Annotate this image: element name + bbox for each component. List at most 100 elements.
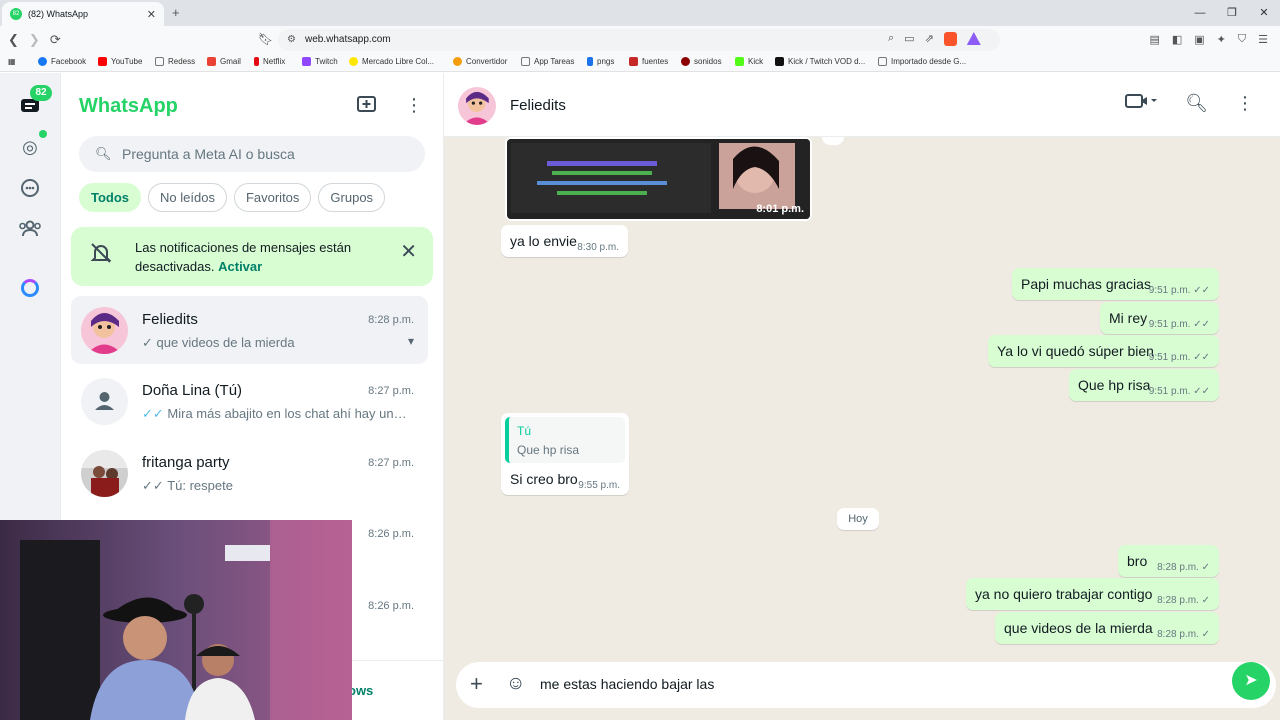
meta-ai-icon[interactable] — [15, 273, 45, 303]
sidebar-toggle-icon[interactable]: ◧ — [1172, 33, 1182, 46]
search-icon[interactable]: 🔍︎ — [1185, 93, 1208, 114]
video-time: 8:01 p.m. — [756, 203, 804, 215]
vod-icon — [775, 57, 784, 66]
search-input[interactable]: 🔍︎ Pregunta a Meta AI o busca — [79, 136, 425, 172]
bookmark-gmail[interactable]: Gmail — [207, 57, 241, 66]
search-placeholder: Pregunta a Meta AI o busca — [122, 146, 295, 162]
composer-box: + ☺ me estas haciendo bajar las — [456, 662, 1276, 708]
contact-name[interactable]: Feliedits — [510, 97, 566, 114]
reload-icon[interactable]: ⟳ — [50, 32, 61, 48]
netflix-icon — [254, 57, 259, 66]
chat-item-dona-lina[interactable]: Doña Lina (Tú) 8:27 p.m. ✓✓ Mira más aba… — [71, 367, 428, 435]
whatsapp-logo: WhatsApp — [79, 95, 178, 117]
bookmark-mercado-libre[interactable]: Mercado Libre Col... — [349, 57, 434, 66]
url-text: web.whatsapp.com — [305, 34, 391, 45]
browser-tab-whatsapp[interactable]: 82 (82) WhatsApp ✕ — [2, 2, 164, 26]
bookmark-page-icon[interactable]: 🔖︎ — [258, 32, 273, 46]
bookmark-netflix[interactable]: Netflix — [254, 57, 285, 66]
message-outgoing[interactable]: Mi rey 9:51 p.m. ✓✓ — [1100, 302, 1219, 334]
attach-icon[interactable]: + — [470, 671, 483, 697]
share-icon[interactable]: ⇗ — [925, 32, 934, 46]
avatar — [81, 450, 128, 497]
site-settings-icon[interactable]: ⚙ — [287, 29, 296, 51]
message-incoming[interactable]: ya lo envie 8:30 p.m. — [501, 225, 628, 257]
folder-icon — [155, 57, 164, 66]
chat-time: 8:26 p.m. — [368, 600, 414, 612]
menu-icon[interactable]: ⋮ — [405, 95, 423, 118]
restore-button[interactable]: ❐ — [1216, 0, 1248, 26]
video-call-icon[interactable] — [1125, 93, 1158, 114]
quoted-message[interactable]: Tú Que hp risa — [505, 417, 625, 463]
apps-grid-icon[interactable]: ▦ — [8, 57, 16, 66]
communities-icon[interactable] — [15, 213, 45, 243]
sent-check-icon: ✓ — [1201, 629, 1210, 640]
activate-notifications-link[interactable]: Activar — [218, 259, 262, 274]
unread-badge: 82 — [30, 85, 52, 101]
contact-avatar[interactable] — [458, 87, 496, 125]
bookmark-youtube[interactable]: YouTube — [98, 57, 142, 66]
bookmark-sonidos[interactable]: sonidos — [681, 57, 722, 66]
new-chat-icon[interactable] — [357, 95, 377, 118]
bookmark-app-tareas[interactable]: App Tareas — [521, 57, 574, 66]
bookmark-pngs[interactable]: pngs — [587, 57, 614, 66]
bookmark-importado[interactable]: Importado desde G... — [878, 57, 966, 66]
message-outgoing[interactable]: Ya lo vi quedó súper bien 9:51 p.m. ✓✓ — [988, 335, 1219, 367]
message-incoming-reply[interactable]: Tú Que hp risa Si creo bro 9:55 p.m. — [501, 413, 629, 495]
delivered-check-icon: ✓✓ — [1193, 386, 1210, 397]
message-outgoing[interactable]: ya no quiero trabajar contigo 8:28 p.m. … — [966, 578, 1219, 610]
chat-item-feliedits[interactable]: Feliedits 8:28 p.m. ✓ que videos de la m… — [71, 296, 428, 364]
filter-todos[interactable]: Todos — [79, 183, 142, 212]
chat-item-fritanga-party[interactable]: fritanga party 8:27 p.m. ✓✓ Tú: respete — [71, 439, 428, 507]
bookmark-fuentes[interactable]: fuentes — [629, 57, 668, 66]
youtube-icon — [98, 57, 107, 66]
video-message[interactable]: 8:01 p.m. — [505, 137, 812, 221]
vpn-icon[interactable]: ⛉ — [1238, 33, 1246, 46]
send-button[interactable]: ➤ — [1232, 662, 1270, 700]
bookmark-twitch[interactable]: Twitch — [302, 57, 338, 66]
tab-search-icon[interactable]: ▤ — [1149, 33, 1159, 46]
filter-grupos[interactable]: Grupos — [318, 183, 386, 212]
bookmarks-bar: ▦ Facebook YouTube Redess Gmail Netflix … — [0, 54, 1280, 72]
bookmark-redess[interactable]: Redess — [155, 57, 195, 66]
message-outgoing[interactable]: que videos de la mierda 8:28 p.m. ✓ — [995, 612, 1219, 644]
bookmark-kick[interactable]: Kick — [735, 57, 763, 66]
close-window-button[interactable]: ✕ — [1248, 0, 1280, 26]
conversation-header[interactable]: Feliedits 🔍︎ ⋮ — [444, 73, 1280, 137]
browser-menu-icon[interactable]: ☰ — [1258, 33, 1268, 46]
sticker-icon[interactable]: ☺ — [506, 673, 525, 695]
notifications-banner: Las notificaciones de mensajes están des… — [71, 227, 433, 286]
message-outgoing[interactable]: Papi muchas gracias 9:51 p.m. ✓✓ — [1012, 268, 1219, 300]
filter-no-leidos[interactable]: No leídos — [148, 183, 227, 212]
mercado-libre-icon — [349, 57, 358, 66]
facebook-icon — [38, 57, 47, 66]
message-outgoing[interactable]: bro 8:28 p.m. ✓ — [1118, 545, 1219, 577]
search-icon: 🔍︎ — [95, 146, 112, 161]
bookmark-kick-twitch-vod[interactable]: Kick / Twitch VOD d... — [775, 57, 865, 66]
minimize-button[interactable]: — — [1184, 0, 1216, 26]
forward-icon[interactable]: ❯ — [29, 32, 40, 48]
brave-rewards-icon[interactable] — [966, 32, 981, 45]
zoom-icon[interactable]: ⌕ — [888, 32, 894, 46]
conversation-panel: Feliedits 🔍︎ ⋮ 8:01 p.m. ya lo envie 8:3… — [444, 73, 1280, 720]
brave-shields-icon[interactable] — [943, 32, 957, 46]
channels-icon[interactable] — [15, 173, 45, 203]
wallet-icon[interactable]: ▣ — [1194, 33, 1204, 46]
bookmark-convertidor[interactable]: Convertidor — [453, 57, 507, 66]
bookmark-facebook[interactable]: Facebook — [38, 57, 86, 66]
status-dot — [39, 130, 47, 138]
menu-icon[interactable]: ⋮ — [1236, 93, 1254, 114]
chat-time: 8:27 p.m. — [368, 385, 414, 397]
sent-check-icon: ✓ — [142, 335, 153, 350]
chat-preview: ✓✓ Mira más abajito en los chat ahí hay … — [142, 406, 407, 421]
filter-favoritos[interactable]: Favoritos — [233, 183, 312, 212]
close-icon[interactable]: ✕ — [400, 239, 417, 264]
forward-icon[interactable] — [822, 137, 844, 145]
message-input[interactable]: me estas haciendo bajar las — [540, 676, 714, 692]
tab-close-icon[interactable]: ✕ — [147, 8, 156, 21]
message-outgoing[interactable]: Que hp risa 9:51 p.m. ✓✓ — [1069, 369, 1219, 401]
leo-ai-icon[interactable]: ✦ — [1217, 33, 1226, 46]
chevron-down-icon[interactable]: ▾ — [408, 334, 414, 348]
cast-icon[interactable]: ▭ — [904, 32, 914, 46]
back-icon[interactable]: ❮ — [8, 32, 19, 48]
new-tab-button[interactable]: + — [172, 5, 180, 20]
